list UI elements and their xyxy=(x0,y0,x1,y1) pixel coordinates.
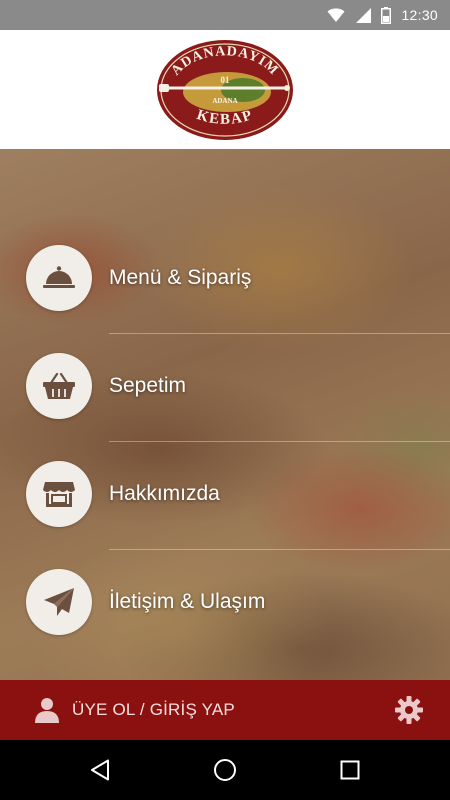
recents-button[interactable] xyxy=(335,755,365,785)
brand-logo: ADANADAYIM 01 ADANA KEBAP xyxy=(157,40,293,140)
gear-icon[interactable] xyxy=(394,695,424,725)
wifi-icon xyxy=(327,8,345,22)
menu-item-about[interactable]: Hakkımızda xyxy=(0,440,450,548)
logo-city: ADANA xyxy=(212,97,237,105)
login-button[interactable]: ÜYE OL / GİRİŞ YAP xyxy=(34,680,235,740)
main-menu: Menü & Sipariş Sepetim Hakkımızda İletiş… xyxy=(0,149,450,680)
menu-item-contact[interactable]: İletişim & Ulaşım xyxy=(0,548,450,656)
navigation-bar xyxy=(0,740,450,800)
menu-icon-circle xyxy=(26,461,92,527)
basket-icon xyxy=(43,372,75,399)
signal-icon xyxy=(356,8,372,23)
login-label: ÜYE OL / GİRİŞ YAP xyxy=(72,700,235,719)
logo-number: 01 xyxy=(221,75,231,85)
menu-item-label: Hakkımızda xyxy=(109,482,220,505)
menu-item-cart[interactable]: Sepetim xyxy=(0,332,450,440)
menu-item-label: İletişim & Ulaşım xyxy=(109,590,266,613)
menu-icon-circle xyxy=(26,245,92,311)
menu-icon-circle xyxy=(26,353,92,419)
bottom-bar: ÜYE OL / GİRİŞ YAP xyxy=(0,680,450,740)
battery-icon xyxy=(381,6,392,24)
menu-item-menu-order[interactable]: Menü & Sipariş xyxy=(0,224,450,332)
paper-plane-icon xyxy=(44,588,74,616)
user-icon xyxy=(35,698,59,723)
menu-icon-circle xyxy=(26,569,92,635)
recents-icon xyxy=(340,760,360,780)
status-bar: 12:30 xyxy=(0,0,450,30)
back-button[interactable] xyxy=(85,755,115,785)
header: ADANADAYIM 01 ADANA KEBAP xyxy=(0,30,450,149)
home-button[interactable] xyxy=(210,755,240,785)
status-time: 12:30 xyxy=(401,7,438,23)
menu-item-label: Menü & Sipariş xyxy=(109,266,252,289)
store-icon xyxy=(43,482,75,507)
back-icon xyxy=(91,759,109,781)
cloche-icon xyxy=(43,266,75,288)
home-icon xyxy=(214,759,236,781)
menu-item-label: Sepetim xyxy=(109,374,187,397)
